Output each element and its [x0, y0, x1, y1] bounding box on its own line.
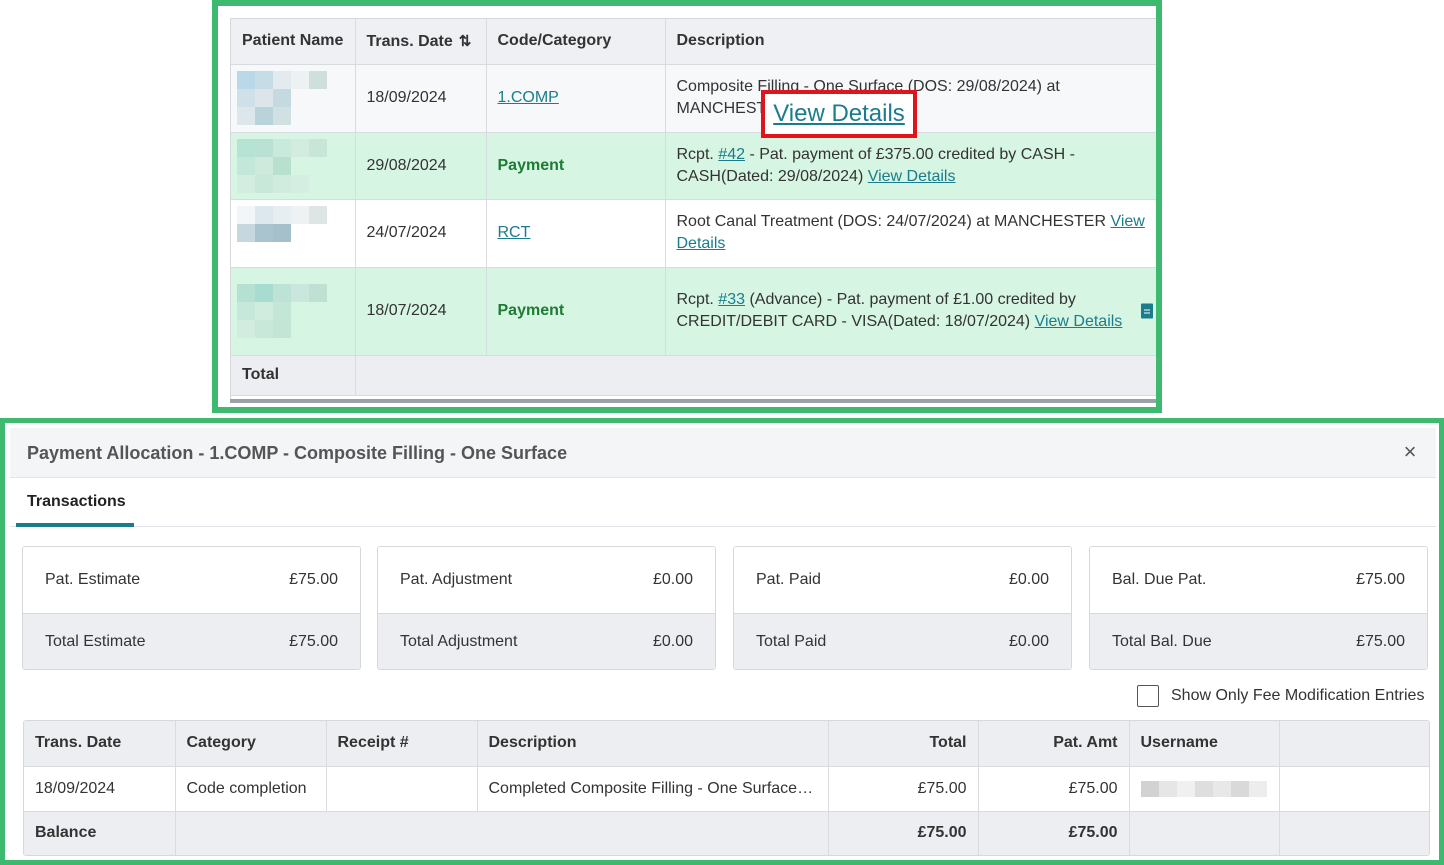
code-cell: 1.COMP — [486, 64, 666, 133]
cell-pat-amt: £75.00 — [978, 766, 1130, 812]
card-value: £75.00 — [289, 571, 338, 588]
view-details-link[interactable]: View Details — [773, 100, 905, 128]
cell-username-redacted — [1129, 766, 1280, 812]
balance-pat-amt: £75.00 — [978, 811, 1130, 855]
card-label: Total Paid — [756, 633, 827, 650]
description-cell: Root Canal Treatment (DOS: 24/07/2024) a… — [665, 199, 1156, 268]
total-label: Total — [231, 355, 356, 396]
balance-due-card: Bal. Due Pat. £75.00 Total Bal. Due £75.00 — [1089, 546, 1428, 670]
header-description[interactable]: Description — [665, 19, 1156, 65]
card-value: £75.00 — [1356, 633, 1405, 650]
col-trans-date[interactable]: Trans. Date — [24, 721, 176, 767]
trans-date: 18/07/2024 — [355, 267, 487, 356]
tab-transactions[interactable]: Transactions — [16, 479, 134, 527]
checkbox-label[interactable]: Show Only Fee Modification Entries — [1171, 687, 1424, 705]
category-cell: Payment — [486, 132, 666, 200]
category-cell: Payment — [486, 267, 666, 356]
patient-name-redacted — [231, 64, 356, 133]
ledger-panel: Patient Name Trans. Date ⇅ Code/Category … — [212, 0, 1162, 413]
balance-row: Balance £75.00 £75.00 — [24, 811, 1429, 855]
card-label: Pat. Adjustment — [400, 571, 513, 588]
receipt-link[interactable]: #42 — [718, 146, 745, 163]
header-trans-date[interactable]: Trans. Date ⇅ — [355, 19, 487, 65]
card-value: £75.00 — [1356, 571, 1405, 588]
modal-header: Payment Allocation - 1.COMP - Composite … — [10, 428, 1436, 478]
card-label: Total Estimate — [45, 633, 146, 650]
view-details-highlight[interactable]: View Details — [761, 90, 917, 138]
card-value: £0.00 — [1008, 633, 1049, 650]
description-cell: Rcpt. #33 (Advance) - Pat. payment of £1… — [665, 267, 1156, 356]
payment-label: Payment — [497, 302, 565, 319]
checkbox-icon[interactable] — [1137, 685, 1159, 707]
header-patient-name[interactable]: Patient Name — [231, 19, 356, 65]
trans-date: 29/08/2024 — [355, 132, 487, 200]
col-username[interactable]: Username — [1129, 721, 1280, 767]
card-value: £0.00 — [652, 633, 693, 650]
code-link[interactable]: 1.COMP — [498, 89, 559, 106]
tab-bar: Transactions — [10, 479, 1436, 527]
ledger-row: 24/07/2024 RCT Root Canal Treatment (DOS… — [231, 199, 1156, 268]
card-label: Bal. Due Pat. — [1112, 571, 1207, 588]
modal-title: Payment Allocation - 1.COMP - Composite … — [27, 443, 568, 463]
balance-total: £75.00 — [828, 811, 979, 855]
code-cell: RCT — [486, 199, 666, 268]
ledger-row: 18/07/2024 Payment Rcpt. #33 (Advance) -… — [231, 267, 1156, 356]
description-cell: Rcpt. #42 - Pat. payment of £375.00 cred… — [665, 132, 1156, 200]
card-value: £0.00 — [652, 571, 693, 588]
card-value: £75.00 — [289, 633, 338, 650]
cell-total: £75.00 — [828, 766, 979, 812]
horizontal-scrollbar[interactable] — [230, 399, 1156, 403]
adjustment-card: Pat. Adjustment £0.00 Total Adjustment £0.… — [377, 546, 716, 670]
trans-date: 18/09/2024 — [355, 64, 487, 133]
balance-label: Balance — [24, 811, 176, 855]
header-code-category[interactable]: Code/Category — [486, 19, 666, 65]
close-icon[interactable]: × — [1396, 438, 1424, 466]
view-details-link[interactable]: View Details — [868, 168, 956, 185]
col-pat-amt[interactable]: Pat. Amt — [978, 721, 1130, 767]
payment-label: Payment — [497, 156, 565, 174]
fee-modification-checkbox[interactable]: Show Only Fee Modification Entries — [1137, 685, 1424, 707]
ledger-row: 18/09/2024 1.COMP Composite Filling - On… — [231, 64, 1156, 133]
cell-date: 18/09/2024 — [24, 766, 176, 812]
card-label: Total Bal. Due — [1112, 633, 1212, 650]
patient-name-redacted — [231, 267, 356, 356]
allocation-table-container: Trans. Date Category Receipt # Descripti… — [23, 720, 1430, 856]
cell-receipt — [326, 766, 478, 812]
card-label: Total Adjustment — [400, 633, 518, 650]
ledger-total-row: Total — [231, 355, 1156, 396]
cell-category: Code completion — [175, 766, 327, 812]
trans-date: 24/07/2024 — [355, 199, 487, 268]
ledger-row: 29/08/2024 Payment Rcpt. #42 - Pat. paym… — [231, 132, 1156, 200]
ledger-table-container: Patient Name Trans. Date ⇅ Code/Category … — [230, 18, 1156, 401]
col-category[interactable]: Category — [175, 721, 327, 767]
col-description[interactable]: Description — [477, 721, 829, 767]
col-total[interactable]: Total — [828, 721, 979, 767]
estimate-card: Pat. Estimate £75.00 Total Estimate £75.00 — [22, 546, 361, 670]
card-label: Pat. Estimate — [45, 571, 141, 588]
col-empty — [1279, 721, 1429, 767]
document-icon[interactable] — [1140, 303, 1153, 319]
card-value: £0.00 — [1008, 571, 1049, 588]
patient-name-redacted — [231, 199, 356, 268]
code-link[interactable]: RCT — [498, 224, 531, 241]
patient-name-redacted — [231, 132, 356, 200]
view-details-link[interactable]: View Details — [1035, 313, 1123, 330]
cell-description: Completed Composite Filling - One Surfac… — [477, 766, 829, 812]
sort-icon[interactable]: ⇅ — [459, 32, 472, 50]
table-row: 18/09/2024 Code completion Completed Com… — [24, 766, 1429, 812]
ledger-table: Patient Name Trans. Date ⇅ Code/Category … — [231, 19, 1156, 396]
col-receipt[interactable]: Receipt # — [326, 721, 478, 767]
payment-allocation-modal: Payment Allocation - 1.COMP - Composite … — [0, 418, 1444, 865]
receipt-link[interactable]: #33 — [718, 291, 745, 308]
card-label: Pat. Paid — [756, 571, 821, 588]
allocation-table: Trans. Date Category Receipt # Descripti… — [24, 721, 1429, 855]
paid-card: Pat. Paid £0.00 Total Paid £0.00 — [733, 546, 1072, 670]
